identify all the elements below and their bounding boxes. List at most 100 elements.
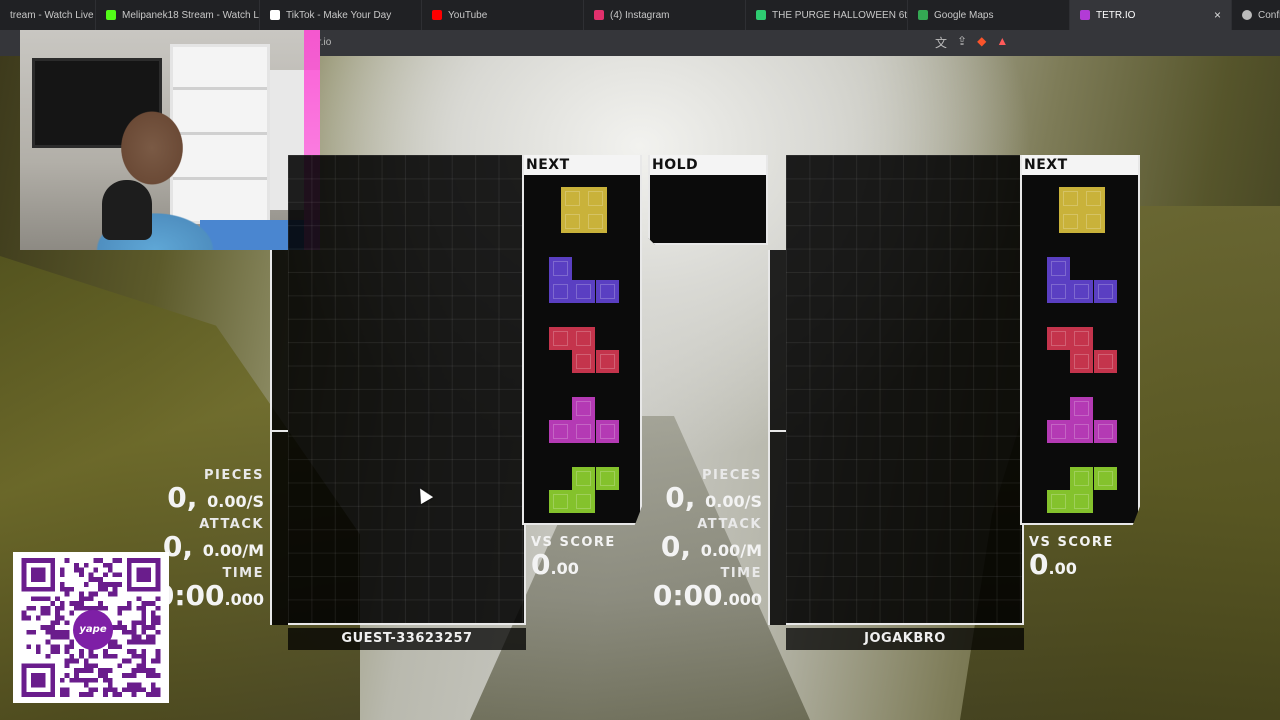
- qr-module: [93, 591, 99, 597]
- mino: [548, 420, 572, 444]
- qr-module: [102, 668, 108, 674]
- qr-module: [107, 591, 113, 597]
- mino: [1070, 397, 1094, 420]
- mino: [1081, 187, 1105, 210]
- qr-module: [35, 596, 41, 602]
- qr-module: [117, 620, 123, 626]
- qr-module: [136, 668, 142, 674]
- qr-module: [155, 620, 161, 626]
- qr-module: [117, 692, 123, 697]
- qr-module: [69, 601, 75, 606]
- qr-module: [45, 610, 51, 616]
- qr-module: [83, 677, 89, 683]
- qr-module: [21, 558, 56, 563]
- qr-module: [35, 649, 41, 654]
- qr-module: [93, 663, 99, 669]
- player2-board: [768, 155, 1024, 625]
- tab-instagram[interactable]: (4) Instagram: [584, 0, 746, 30]
- mino: [1093, 467, 1117, 490]
- qr-module: [98, 601, 103, 606]
- qr-module: [55, 629, 60, 635]
- tab-tetrio[interactable]: TETR.IO ×: [1070, 0, 1232, 30]
- player1-name: GUEST-33623257: [288, 628, 526, 650]
- qr-module: [155, 596, 161, 602]
- qr-module: [50, 601, 56, 606]
- mino: [1058, 210, 1082, 234]
- qr-module: [88, 653, 94, 659]
- tetrio-icon: [1080, 10, 1090, 20]
- event-icon: [756, 10, 766, 20]
- qr-module: [26, 615, 32, 621]
- qr-module: [74, 605, 80, 611]
- mino: [572, 350, 596, 374]
- qr-module: [155, 605, 161, 611]
- qr-module: [79, 677, 84, 683]
- qr-module: [88, 596, 94, 602]
- qr-module: [59, 615, 65, 621]
- tab-settings[interactable]: Confi: [1232, 0, 1280, 30]
- mino: [1046, 420, 1070, 444]
- qr-module: [155, 687, 161, 693]
- qr-module: [74, 658, 80, 664]
- tab-youtube[interactable]: YouTube: [422, 0, 584, 30]
- tab-kick[interactable]: tream - Watch Live on: [0, 0, 96, 30]
- qr-module: [26, 605, 32, 611]
- qr-module: [64, 558, 70, 563]
- mino: [560, 187, 584, 210]
- tab-purge-halloween[interactable]: THE PURGE HALLOWEEN 6ta edicio: [746, 0, 908, 30]
- qr-module: [126, 639, 132, 645]
- qr-module: [83, 658, 89, 664]
- mino: [548, 257, 572, 280]
- microphone-icon: [102, 180, 152, 240]
- qr-module: [79, 692, 84, 697]
- qr-module: [141, 649, 147, 654]
- qr-module: [83, 692, 89, 697]
- translate-icon[interactable]: 文: [935, 34, 947, 51]
- qr-module: [141, 639, 147, 645]
- qr-module: [40, 605, 46, 611]
- qr-module: [59, 692, 65, 697]
- qr-module: [64, 634, 70, 640]
- qr-module: [79, 649, 84, 654]
- qr-module: [64, 629, 70, 635]
- rewards-icon[interactable]: ▲: [996, 34, 1008, 51]
- qr-module: [83, 682, 89, 688]
- qr-module: [117, 663, 123, 669]
- mino: [1046, 327, 1070, 350]
- qr-module: [79, 596, 84, 602]
- player2-vs-score: VS SCORE 0.00: [1029, 535, 1114, 584]
- qr-module: [102, 687, 108, 693]
- qr-module: [107, 653, 113, 659]
- mino: [1070, 327, 1094, 350]
- qr-module: [79, 572, 84, 578]
- pieces-value: 0, 0.00/S: [665, 481, 762, 514]
- qr-module: [79, 591, 84, 597]
- close-tab-icon[interactable]: ×: [1214, 8, 1221, 22]
- qr-module: [50, 663, 56, 697]
- qr-module: [155, 658, 161, 664]
- yape-logo: yape: [73, 610, 113, 650]
- qr-module: [50, 629, 56, 635]
- qr-module: [131, 620, 137, 626]
- tab-tiktok[interactable]: TikTok - Make Your Day: [260, 0, 422, 30]
- qr-module: [155, 558, 161, 592]
- share-icon[interactable]: ⇪: [957, 34, 967, 51]
- qr-module: [88, 572, 94, 578]
- qr-module: [55, 649, 60, 654]
- attack-value: 0, 0.00/M: [660, 530, 762, 563]
- url-text[interactable]: r.io: [318, 37, 331, 48]
- qr-module: [136, 653, 142, 659]
- qr-module: [83, 581, 89, 587]
- qr-module: [93, 577, 99, 582]
- qr-module: [74, 601, 80, 606]
- tab-google-maps[interactable]: Google Maps: [908, 0, 1070, 30]
- mino: [572, 490, 596, 514]
- brave-shield-icon[interactable]: ◆: [977, 34, 986, 51]
- mino: [1046, 490, 1070, 514]
- qr-module: [93, 653, 99, 659]
- tab-melipanek[interactable]: Melipanek18 Stream - Watch Live o: [96, 0, 260, 30]
- qr-module: [117, 610, 123, 616]
- qr-module: [117, 644, 123, 650]
- qr-module: [21, 663, 56, 669]
- qr-module: [59, 605, 65, 611]
